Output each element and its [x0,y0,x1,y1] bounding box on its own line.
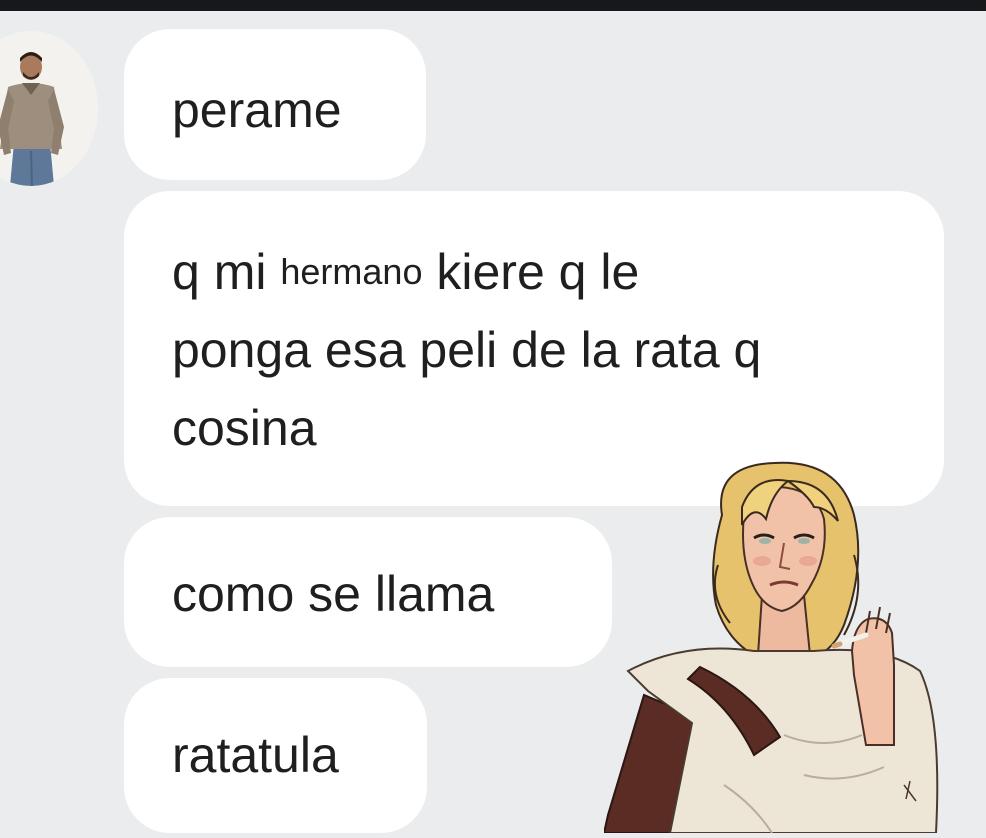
message-line: q mi hermano kiere q le [172,233,944,311]
blonde-character-icon [602,461,939,834]
contact-avatar[interactable] [0,31,98,186]
character-illustration [602,455,986,834]
message-text: kiere q le [436,244,640,300]
message-text: q mi [172,244,267,300]
message-bubble[interactable]: ratatula [124,678,427,833]
top-bar [0,0,986,11]
message-bubble[interactable]: como se llama [124,517,612,667]
message-text: ratatula [172,727,339,783]
message-text: como se llama [172,566,495,622]
message-line: ponga esa peli de la rata q [172,322,762,378]
avatar-person-icon [0,31,98,186]
message-bubble[interactable]: perame [124,29,426,180]
message-small-word: hermano [280,251,423,292]
message-text: perame [172,82,342,138]
